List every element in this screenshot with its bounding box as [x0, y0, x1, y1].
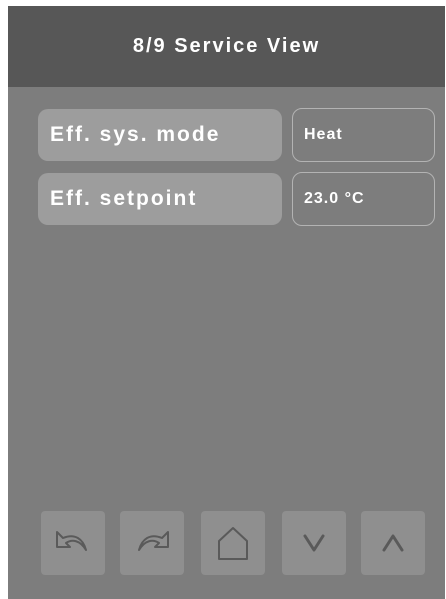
- home-button[interactable]: [201, 511, 265, 575]
- undo-arrow-icon: [56, 531, 87, 551]
- header-bar: 8/9 Service View: [8, 6, 445, 87]
- row-value-sys-mode[interactable]: Heat: [292, 108, 435, 162]
- undo-button[interactable]: [41, 511, 105, 575]
- redo-button[interactable]: [120, 511, 184, 575]
- row-value-setpoint[interactable]: 23.0 °C: [292, 172, 435, 226]
- screen-frame: 8/9 Service View Eff. sys. mode Heat Eff…: [8, 6, 445, 599]
- chevron-up-icon: [382, 534, 404, 552]
- scroll-up-button[interactable]: [361, 511, 425, 575]
- row-label-setpoint[interactable]: Eff. setpoint: [38, 173, 282, 225]
- chevron-down-icon: [303, 534, 325, 552]
- redo-arrow-icon: [138, 531, 169, 551]
- home-icon: [218, 527, 248, 560]
- page-title: 8/9 Service View: [132, 35, 321, 57]
- row-label-sys-mode[interactable]: Eff. sys. mode: [38, 109, 282, 161]
- scroll-down-button[interactable]: [282, 511, 346, 575]
